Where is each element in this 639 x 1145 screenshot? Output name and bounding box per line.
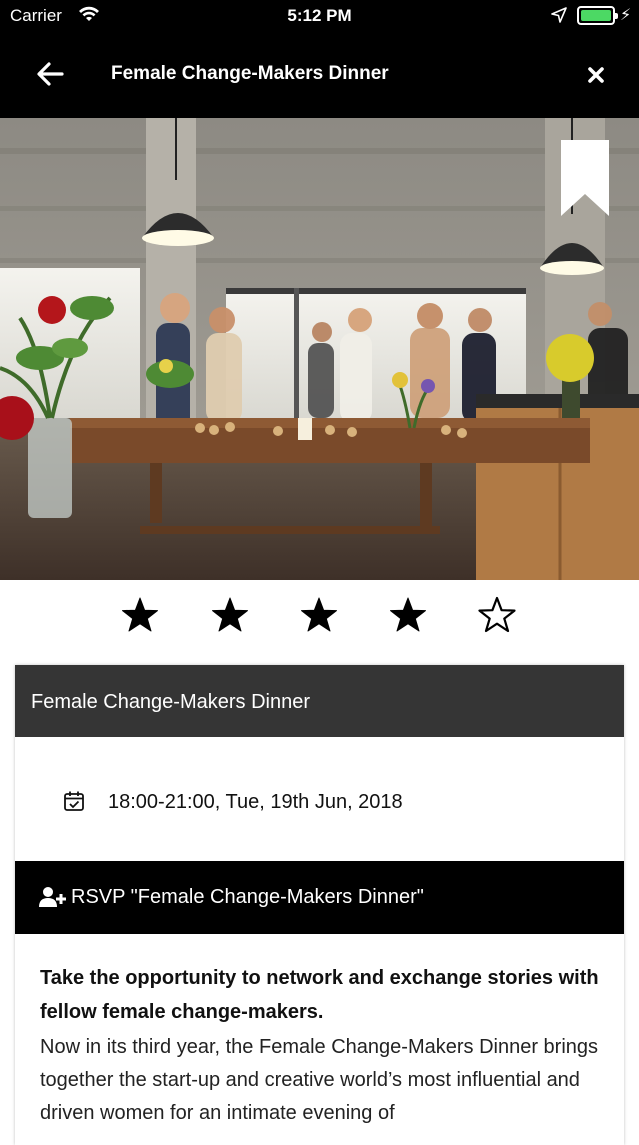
event-datetime: 18:00-21:00, Tue, 19th Jun, 2018: [108, 791, 403, 813]
rsvp-label: RSVP "Female Change-Makers Dinner": [71, 886, 424, 908]
rating-stars[interactable]: [0, 596, 639, 644]
battery-level: [581, 10, 611, 21]
event-title: Female Change-Makers Dinner: [31, 691, 311, 713]
star-filled-icon[interactable]: [121, 596, 159, 634]
status-bar: Carrier 5:12 PM ⚡︎: [0, 0, 639, 34]
user-plus-icon: [39, 887, 66, 907]
battery-icon: [577, 6, 618, 25]
star-filled-icon[interactable]: [300, 596, 338, 634]
rsvp-button[interactable]: RSVP "Female Change-Makers Dinner": [15, 861, 624, 934]
description-body: Now in its third year, the Female Change…: [40, 1036, 599, 1124]
nav-title: Female Change-Makers Dinner: [111, 63, 389, 84]
event-photo: [0, 118, 639, 580]
event-photo-illustration: [0, 118, 639, 580]
bookmark-icon[interactable]: [561, 140, 609, 216]
calendar-check-icon: [64, 791, 84, 811]
description-lead: Take the opportunity to network and exch…: [40, 967, 599, 1023]
charging-icon: ⚡︎: [620, 7, 632, 24]
event-description: Take the opportunity to network and exch…: [40, 961, 605, 1130]
close-icon[interactable]: [585, 64, 607, 86]
star-filled-icon[interactable]: [211, 596, 249, 634]
event-card: Female Change-Makers Dinner 18:00-21:00,…: [15, 665, 624, 1145]
star-empty-icon[interactable]: [478, 596, 516, 634]
star-filled-icon[interactable]: [389, 596, 427, 634]
location-arrow-icon: [551, 7, 567, 23]
clock: 5:12 PM: [287, 6, 352, 25]
event-date-row: 18:00-21:00, Tue, 19th Jun, 2018: [15, 737, 624, 861]
back-arrow-icon[interactable]: [34, 58, 66, 90]
event-title-bar: Female Change-Makers Dinner: [15, 665, 624, 737]
nav-bar: Female Change-Makers Dinner: [0, 34, 639, 118]
